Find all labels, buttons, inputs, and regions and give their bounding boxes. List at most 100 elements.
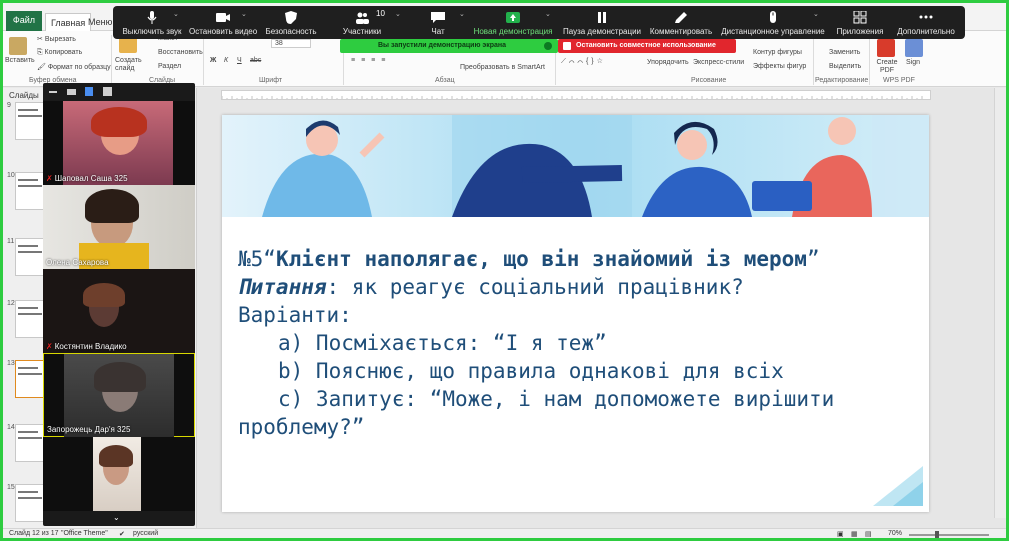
mouse-icon	[770, 11, 776, 23]
drawing-group-label: Рисование	[691, 77, 727, 84]
strike-button[interactable]: abc	[250, 57, 261, 64]
single-view-icon[interactable]	[67, 89, 76, 95]
participant-tile[interactable]: ✗ Шаповал Саша 325	[43, 101, 195, 185]
people-icon	[356, 12, 369, 24]
share-caret[interactable]: ⌄	[545, 10, 551, 18]
slide-thumbnail[interactable]	[15, 424, 45, 462]
shape-effects-button[interactable]: Эффекты фигур	[753, 63, 806, 70]
chat-button[interactable]: Чат	[413, 6, 463, 39]
participant-name: Костянтин Владико	[54, 342, 127, 351]
new-slide-button[interactable]: Создать слайд	[115, 57, 145, 73]
slide-text-box[interactable]: №5“Клієнт наполягає, що він знайомий із …	[238, 245, 918, 441]
new-share-button[interactable]: Новая демонстрация	[469, 6, 557, 39]
slide-number: 13	[7, 360, 15, 367]
slide-number: 10	[7, 172, 15, 179]
stop-square-icon	[563, 42, 571, 50]
brush-icon: 🖌	[37, 64, 48, 71]
participants-caret[interactable]: ⌄	[395, 10, 401, 18]
mic-off-icon: ✗	[46, 342, 53, 351]
participant-video	[43, 101, 195, 185]
more-button[interactable]: Дополнительно	[893, 6, 959, 39]
font-size-select[interactable]: 38	[271, 39, 311, 48]
pdf-icon[interactable]	[877, 39, 895, 57]
slide-thumbnail-active[interactable]	[15, 360, 45, 398]
view-sorter-icon[interactable]: ▦	[851, 530, 858, 538]
stop-share-button[interactable]: Остановить совместное использование	[558, 39, 736, 53]
sign-button[interactable]: Sign	[906, 59, 920, 66]
vertical-scrollbar[interactable]	[994, 88, 1006, 518]
pause-share-button[interactable]: Пауза демонстрации	[559, 6, 645, 39]
slide-number: 12	[7, 300, 15, 307]
share-screen-icon	[506, 12, 520, 23]
participant-tile-active-speaker[interactable]: Запорожець Дар'я 325	[43, 353, 195, 438]
sharing-notice: Вы запустили демонстрацию экрана	[340, 39, 558, 53]
horizontal-ruler	[221, 90, 931, 100]
apps-icon	[853, 11, 867, 24]
chat-icon	[431, 12, 445, 23]
replace-button[interactable]: Заменить	[829, 49, 860, 56]
spellcheck-icon[interactable]: ✔	[119, 530, 125, 538]
slide-number: 9	[7, 102, 11, 109]
remote-caret[interactable]: ⌄	[813, 10, 819, 18]
underline-button[interactable]: Ч	[237, 57, 242, 64]
security-button[interactable]: Безопасность	[261, 6, 321, 39]
participant-tile[interactable]: Олена Сахарова	[43, 185, 195, 269]
mute-caret[interactable]: ⌄	[173, 10, 179, 18]
zoom-slider-thumb[interactable]	[935, 531, 939, 539]
format-painter-button[interactable]: 🖌 Формат по образцу	[37, 63, 111, 71]
slide-number: 14	[7, 424, 15, 431]
language-indicator[interactable]: русский	[133, 530, 158, 537]
chat-caret[interactable]: ⌄	[459, 10, 465, 18]
apps-button[interactable]: Приложения	[831, 6, 889, 39]
align-buttons[interactable]: ≡≡≡≡	[351, 57, 391, 64]
participant-name: Запорожець Дар'я 325	[47, 425, 131, 434]
shape-outline-button[interactable]: Контур фигуры	[753, 49, 802, 56]
section-button[interactable]: Раздел	[158, 63, 181, 70]
cut-button[interactable]: ✂ Вырезать	[37, 35, 76, 43]
chevron-down-icon[interactable]: ⌄	[113, 513, 125, 522]
slide-option-c: c) Запитує: “Може, і нам допоможете вирі…	[278, 387, 835, 411]
editing-group-label: Редактирование	[815, 77, 869, 84]
video-caret[interactable]: ⌄	[241, 10, 247, 18]
arrange-button[interactable]: Упорядочить	[647, 59, 689, 66]
minimize-icon[interactable]	[49, 91, 57, 93]
gallery-controls	[43, 83, 195, 101]
copy-button[interactable]: ⎘ Копировать	[37, 49, 82, 57]
quick-styles-button[interactable]: Экспресс-стили	[693, 59, 744, 66]
more-dots-icon	[919, 15, 933, 19]
view-reading-icon[interactable]: ▤	[865, 530, 872, 538]
grid-view-icon[interactable]	[103, 87, 112, 96]
slide-thumbnail[interactable]	[15, 300, 45, 338]
slide-thumbnail[interactable]	[15, 102, 45, 140]
sign-icon[interactable]	[905, 39, 923, 57]
slide-option-a: a) Посміхається: “І я теж”	[278, 331, 607, 355]
slides-pane-label: Слайды	[9, 91, 39, 100]
slide-position: Слайд 12 из 17	[9, 530, 59, 537]
strip-view-icon[interactable]	[85, 87, 93, 96]
view-normal-icon[interactable]: ▣	[837, 530, 844, 538]
copy-icon: ⎘	[37, 49, 45, 56]
reset-button[interactable]: Восстановить	[158, 49, 203, 56]
slide-thumbnail[interactable]	[15, 484, 45, 522]
bold-button[interactable]: Ж	[210, 57, 216, 64]
slide-options-heading: Варіанти:	[238, 303, 352, 327]
remote-control-button[interactable]: Дистанционное управление	[719, 6, 827, 39]
participant-tile[interactable]: ✗ Костянтин Владико	[43, 269, 195, 353]
annotate-button[interactable]: Комментировать	[647, 6, 715, 39]
create-pdf-button[interactable]: Create PDF	[872, 59, 902, 75]
zoom-slider[interactable]	[909, 534, 989, 536]
zoom-level[interactable]: 70%	[888, 530, 902, 537]
paste-icon[interactable]	[9, 37, 27, 55]
italic-button[interactable]: К	[224, 57, 228, 64]
slide-thumbnail[interactable]	[15, 172, 45, 210]
paste-button[interactable]: Вставить	[5, 57, 35, 64]
shapes-gallery[interactable]: ⟋⌒⌒{}☆	[561, 57, 606, 66]
select-button[interactable]: Выделить	[829, 63, 861, 70]
tab-file[interactable]: Файл	[6, 11, 42, 31]
microphone-icon	[147, 11, 157, 24]
slide-canvas[interactable]: №5“Клієнт наполягає, що він знайомий із …	[222, 115, 929, 512]
participant-name: Олена Сахарова	[46, 258, 109, 267]
smartart-button[interactable]: Преобразовать в SmartArt	[460, 64, 545, 71]
slide-thumbnail[interactable]	[15, 238, 45, 276]
participant-tile[interactable]	[43, 437, 195, 511]
